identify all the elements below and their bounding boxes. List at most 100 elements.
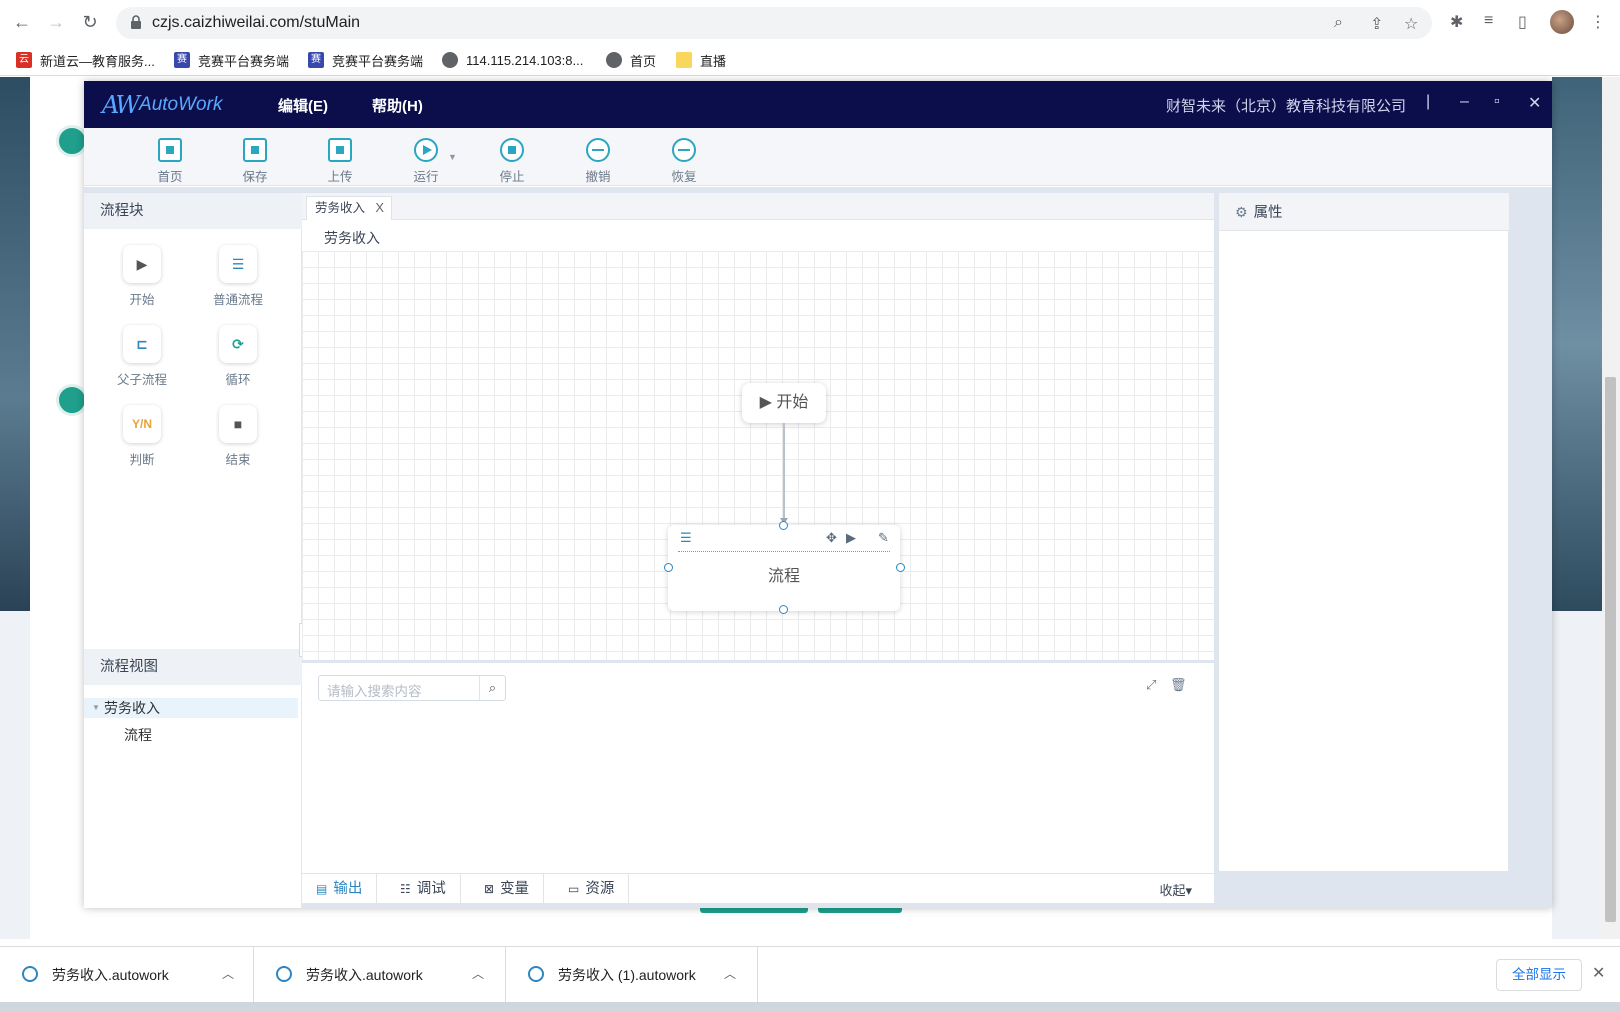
ribbon-label: 首页 [157,170,183,184]
tab-labor-income[interactable]: 劳务收入 X [306,196,393,220]
bookmark-item[interactable]: 赛竞赛平台赛务端 [308,50,423,70]
avatar[interactable] [1550,10,1574,34]
caret-down-icon: ▼ [92,703,100,712]
extensions-icon[interactable]: ✱ [1450,12,1463,32]
collapse-toggle[interactable]: 收起▾ [1159,880,1192,899]
bookmark-item[interactable]: 首页 [606,50,656,70]
maximize-button[interactable]: ▫ [1494,93,1500,111]
menu-icon[interactable]: ⋮ [1590,12,1606,32]
ribbon-label: 恢复 [671,170,697,184]
minimize-button[interactable]: – [1460,93,1469,111]
block-start[interactable]: ▶ 开始 [102,245,182,308]
close-window-button[interactable]: ✕ [1528,93,1541,113]
tree-item-root[interactable]: ▼ 劳务收入 [84,698,298,718]
trash-icon[interactable]: 🗑 [1170,677,1187,693]
undo-icon [586,138,610,162]
taskbar [0,1002,1620,1012]
show-all-button[interactable]: 全部显示 [1496,959,1582,991]
start-node[interactable]: ▶ 开始 [742,383,826,423]
back-icon[interactable]: ← [10,10,34,34]
app-titlebar: AW AutoWork 编辑(E) 帮助(H) 财智未来（北京）教育科技有限公司… [84,81,1552,128]
tree-item-child[interactable]: 流程 [84,725,298,745]
bookmark-label: 竞赛平台赛务端 [198,53,290,69]
menu-edit[interactable]: 编辑(E) [278,95,328,116]
tab-bar: 劳务收入 X [302,193,1214,220]
properties-title: 属性 [1253,205,1283,221]
block-end[interactable]: ■ 结束 [198,405,278,468]
undo-button[interactable]: 撤销 [576,138,620,185]
ribbon-toolbar: 首页 保存 上传 运行 ▼ 停止 撤销 恢复 [84,128,1552,186]
file-icon [22,966,38,982]
redo-button[interactable]: 恢复 [662,138,706,185]
process-node-label: 流程 [767,568,800,585]
tab-output[interactable]: ▤ 输出 [302,874,378,904]
tab-label: 资源 [585,881,615,897]
connection-handle[interactable] [664,563,673,572]
tab-resources[interactable]: ▭ 资源 [554,874,630,904]
close-icon[interactable]: ✕ [1592,963,1605,983]
tab-debug[interactable]: ☷ 调试 [386,874,461,904]
side-panel-icon[interactable]: ▯ [1518,12,1527,32]
download-item[interactable]: 劳务收入 (1).autowork ︿ [506,947,758,1002]
block-judge[interactable]: Y/N 判断 [102,405,182,468]
block-parent-child[interactable]: ⊏ 父子流程 [102,325,182,388]
tab-label: 调试 [416,881,446,897]
address-bar[interactable]: czjs.caizhiweilai.com/stuMain ⌕ ⇪ ☆ [116,7,1432,39]
upload-button[interactable]: 上传 [318,138,362,185]
play-icon[interactable]: ▶ [846,530,856,546]
share-icon[interactable]: ⇪ [1370,14,1383,34]
page-scrollbar-thumb[interactable] [1605,377,1616,922]
zoom-icon[interactable]: ⌕ [1334,14,1343,32]
view-title: 流程视图 [84,649,302,685]
home-button[interactable]: 首页 [148,138,192,185]
process-node[interactable]: ☰ ✥ ▶ ✎ 流程 [668,525,900,611]
bookmark-item[interactable]: 赛竞赛平台赛务端 [174,50,289,70]
connection-handle[interactable] [779,521,788,530]
download-item[interactable]: 劳务收入.autowork ︿ [254,947,506,1002]
block-label: 结束 [225,453,251,467]
list-icon: ☰ [219,245,257,283]
chevron-up-icon[interactable]: ︿ [724,965,736,982]
bookmark-item[interactable]: 直播 [676,50,726,70]
background-image [1552,77,1602,611]
yes-no-icon: Y/N [123,405,161,443]
flow-canvas[interactable]: ▶ 开始 ☰ ✥ ▶ ✎ 流程 [302,251,1214,660]
block-label: 普通流程 [212,293,263,307]
expand-icon[interactable]: ⤢ [1146,677,1156,693]
bookmark-item[interactable]: 114.115.214.103:8... [442,50,583,70]
connection-handle[interactable] [896,563,905,572]
gear-icon: ⚙ [1235,204,1248,220]
run-button[interactable]: 运行 ▼ [404,138,457,185]
tab-variables[interactable]: ⊠ 变量 [470,874,545,904]
download-item[interactable]: 劳务收入.autowork ︿ [0,947,254,1002]
block-loop[interactable]: ⟳ 循环 [198,325,278,388]
reload-icon[interactable]: ↻ [78,10,102,34]
logo-mark: AW [102,91,140,119]
connection-handle[interactable] [779,605,788,614]
move-icon[interactable]: ✥ [826,530,837,546]
connector-line [783,423,785,522]
play-icon [414,138,438,162]
folder-icon: ▭ [568,882,580,896]
chevron-down-icon[interactable]: ▼ [448,152,457,162]
bookmark-item[interactable]: 云新道云—教育服务... [16,50,155,70]
blocks-title: 流程块 [84,193,302,229]
search-input[interactable]: 请输入搜索内容 ⌕ [318,675,506,701]
block-normal-flow[interactable]: ☰ 普通流程 [198,245,278,308]
media-icon[interactable]: ≡ [1484,12,1493,30]
url-text: czjs.caizhiweilai.com/stuMain [152,14,361,31]
forward-icon[interactable]: → [44,10,68,34]
close-icon[interactable]: X [375,197,384,219]
node-divider [678,551,890,552]
save-button[interactable]: 保存 [233,138,277,185]
file-icon [276,966,292,982]
chevron-up-icon[interactable]: ︿ [222,965,234,982]
chevron-up-icon[interactable]: ︿ [472,965,484,982]
star-icon[interactable]: ☆ [1404,14,1418,34]
search-icon[interactable]: ⌕ [479,676,505,700]
bookmark-contest-icon: 赛 [174,52,190,68]
menu-help[interactable]: 帮助(H) [372,95,423,116]
edit-icon[interactable]: ✎ [878,530,889,546]
download-name: 劳务收入.autowork [306,967,423,983]
stop-button[interactable]: 停止 [490,138,534,185]
